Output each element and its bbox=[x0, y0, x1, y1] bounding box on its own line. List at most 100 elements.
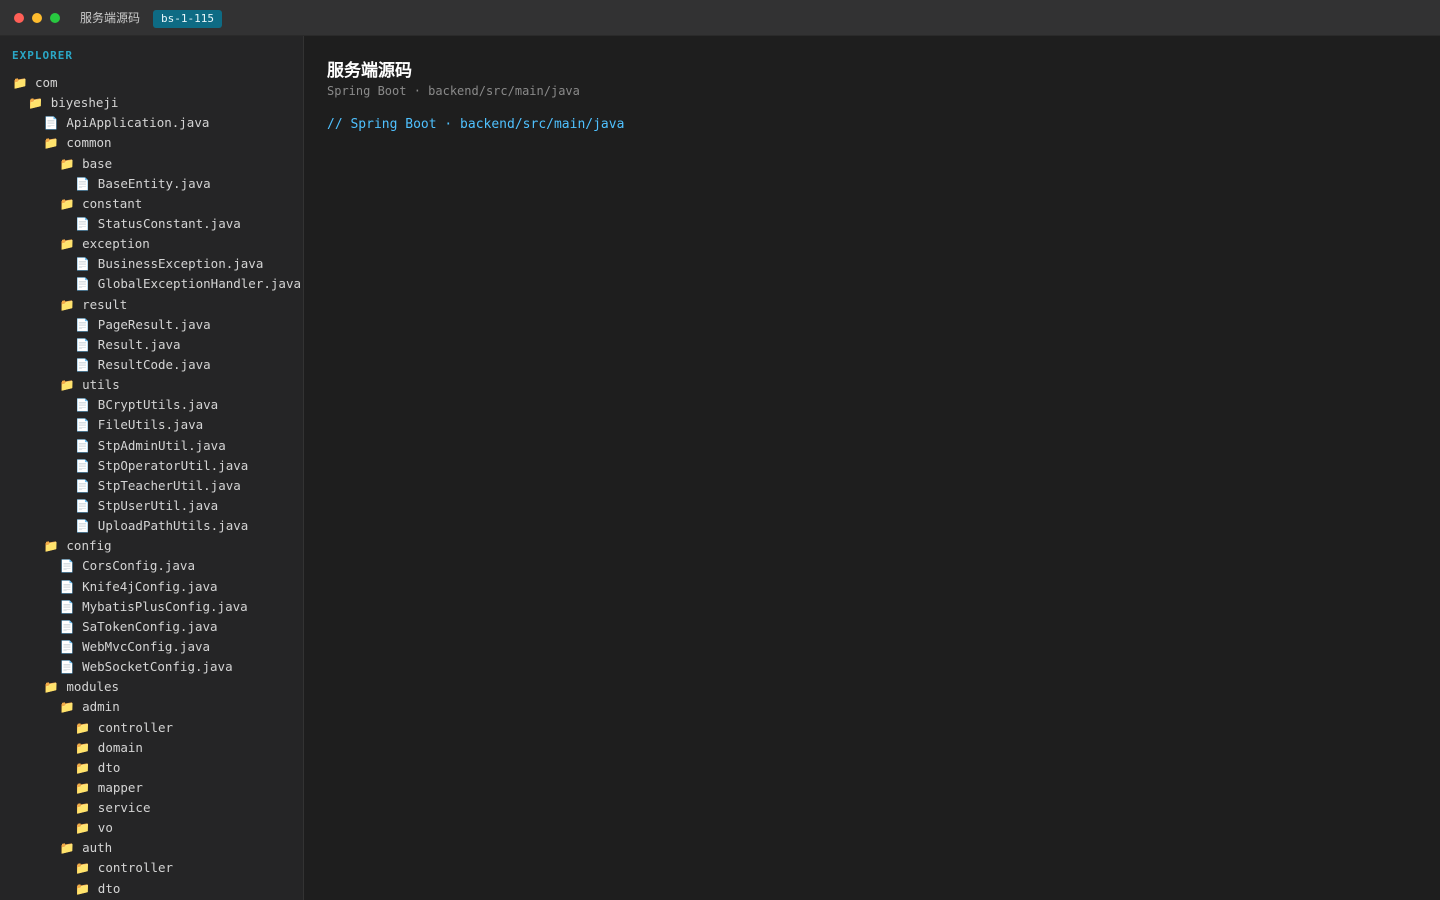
file-icon: 📄 bbox=[59, 579, 75, 594]
tree-file[interactable]: 📄 Result.java bbox=[0, 335, 303, 355]
tree-item-label: StpOperatorUtil.java bbox=[97, 457, 249, 473]
tree-item-label: modules bbox=[66, 679, 120, 695]
tree-folder[interactable]: 📁 common bbox=[0, 133, 303, 153]
tree-folder[interactable]: 📁 domain bbox=[0, 738, 303, 758]
tree-item-label: Knife4jConfig.java bbox=[82, 578, 218, 594]
tree-item-label: SaTokenConfig.java bbox=[82, 618, 218, 634]
tree-folder[interactable]: 📁 result bbox=[0, 295, 303, 315]
tree-item-label: StpUserUtil.java bbox=[97, 497, 219, 513]
page-subtitle: Spring Boot · backend/src/main/java bbox=[327, 84, 580, 98]
file-icon: 📄 bbox=[59, 639, 75, 654]
tree-file[interactable]: 📄 PageResult.java bbox=[0, 315, 303, 335]
tree-file[interactable]: 📄 Knife4jConfig.java bbox=[0, 577, 303, 597]
tree-file[interactable]: 📄 BCryptUtils.java bbox=[0, 395, 303, 415]
tree-item-label: StpTeacherUtil.java bbox=[97, 477, 241, 493]
tree-item-label: BaseEntity.java bbox=[97, 175, 211, 191]
code-comment-line: // Spring Boot · backend/src/main/java bbox=[327, 117, 625, 132]
tree-item-label: exception bbox=[82, 236, 150, 252]
folder-icon: 📁 bbox=[12, 76, 28, 90]
tree-item-label: StatusConstant.java bbox=[97, 215, 241, 231]
file-icon: 📄 bbox=[75, 438, 91, 453]
tree-file[interactable]: 📄 BusinessException.java bbox=[0, 254, 303, 274]
tree-item-label: FileUtils.java bbox=[97, 417, 204, 433]
tree-item-label: base bbox=[82, 155, 113, 171]
folder-icon: 📁 bbox=[75, 821, 91, 836]
folder-icon: 📁 bbox=[43, 136, 59, 151]
explorer-header: EXPLORER bbox=[12, 49, 73, 62]
tree-file[interactable]: 📄 UploadPathUtils.java bbox=[0, 516, 303, 536]
folder-icon: 📁 bbox=[75, 861, 91, 876]
folder-icon: 📁 bbox=[75, 801, 91, 816]
tree-item-label: com bbox=[35, 75, 58, 90]
folder-icon: 📁 bbox=[43, 539, 59, 554]
tree-file[interactable]: 📄 StpTeacherUtil.java bbox=[0, 476, 303, 496]
file-icon: 📄 bbox=[59, 559, 75, 574]
tree-item-label: MybatisPlusConfig.java bbox=[82, 598, 248, 614]
folder-icon: 📁 bbox=[75, 720, 91, 735]
tree-file[interactable]: 📄 CorsConfig.java bbox=[0, 556, 303, 576]
tree-folder[interactable]: 📁 com bbox=[0, 73, 303, 93]
tree-file[interactable]: 📄 StpAdminUtil.java bbox=[0, 436, 303, 456]
file-icon: 📄 bbox=[75, 257, 91, 272]
tree-folder[interactable]: 📁 dto bbox=[0, 879, 303, 899]
folder-icon: 📁 bbox=[75, 780, 91, 795]
close-window-button[interactable] bbox=[14, 13, 24, 23]
tree-file[interactable]: 📄 ResultCode.java bbox=[0, 355, 303, 375]
tree-item-label: BusinessException.java bbox=[97, 256, 264, 272]
file-icon: 📄 bbox=[75, 277, 91, 292]
tree-folder[interactable]: 📁 controller bbox=[0, 858, 303, 878]
tree-folder[interactable]: 📁 service bbox=[0, 798, 303, 818]
tree-folder[interactable]: 📁 utils bbox=[0, 375, 303, 395]
tree-item-label: Result.java bbox=[97, 336, 181, 352]
tree-folder[interactable]: 📁 vo bbox=[0, 818, 303, 838]
tree-folder[interactable]: 📁 constant bbox=[0, 194, 303, 214]
tree-item-label: vo bbox=[97, 820, 113, 836]
tree-item-label: config bbox=[66, 538, 112, 554]
file-icon: 📄 bbox=[59, 619, 75, 634]
tree-file[interactable]: 📄 StpOperatorUtil.java bbox=[0, 456, 303, 476]
minimize-window-button[interactable] bbox=[32, 13, 42, 23]
folder-icon: 📁 bbox=[59, 297, 75, 312]
folder-icon: 📁 bbox=[43, 680, 59, 695]
tree-item-label: dto bbox=[97, 880, 121, 896]
tree-item-label: utils bbox=[82, 377, 120, 393]
tree-folder[interactable]: 📁 exception bbox=[0, 234, 303, 254]
page-title: 服务端源码 bbox=[327, 61, 412, 81]
file-icon: 📄 bbox=[75, 478, 91, 493]
tree-folder[interactable]: 📁 controller bbox=[0, 718, 303, 738]
file-icon: 📄 bbox=[75, 317, 91, 332]
file-icon: 📄 bbox=[75, 398, 91, 413]
editor-pane: 服务端源码 Spring Boot · backend/src/main/jav… bbox=[305, 36, 1440, 900]
tree-item-label: PageResult.java bbox=[97, 316, 211, 332]
folder-icon: 📁 bbox=[59, 841, 75, 856]
tree-folder[interactable]: 📁 base bbox=[0, 154, 303, 174]
tree-file[interactable]: 📄 MybatisPlusConfig.java bbox=[0, 597, 303, 617]
tree-file[interactable]: 📄 ApiApplication.java bbox=[0, 113, 303, 133]
tree-item-label: service bbox=[97, 800, 151, 816]
file-icon: 📄 bbox=[59, 660, 75, 675]
tree-file[interactable]: 📄 SaTokenConfig.java bbox=[0, 617, 303, 637]
tree-file[interactable]: 📄 FileUtils.java bbox=[0, 415, 303, 435]
tree-folder[interactable]: 📁 dto bbox=[0, 758, 303, 778]
tree-item-label: common bbox=[66, 135, 112, 151]
tree-file[interactable]: 📄 BaseEntity.java bbox=[0, 174, 303, 194]
tree-folder[interactable]: 📁 admin bbox=[0, 697, 303, 717]
tree-folder[interactable]: 📁 config bbox=[0, 536, 303, 556]
tree-folder[interactable]: 📁 auth bbox=[0, 838, 303, 858]
file-icon: 📄 bbox=[43, 116, 59, 131]
tree-item-label: UploadPathUtils.java bbox=[97, 518, 249, 534]
tree-file[interactable]: 📄 StpUserUtil.java bbox=[0, 496, 303, 516]
tree-folder[interactable]: 📁 modules bbox=[0, 677, 303, 697]
tree-file[interactable]: 📄 WebSocketConfig.java bbox=[0, 657, 303, 677]
file-icon: 📄 bbox=[75, 216, 91, 231]
tree-file[interactable]: 📄 WebMvcConfig.java bbox=[0, 637, 303, 657]
tree-file[interactable]: 📄 StatusConstant.java bbox=[0, 214, 303, 234]
file-icon: 📄 bbox=[75, 498, 91, 513]
tree-file[interactable]: 📄 GlobalExceptionHandler.java bbox=[0, 274, 303, 294]
folder-icon: 📁 bbox=[59, 378, 75, 393]
tree-folder[interactable]: 📁 mapper bbox=[0, 778, 303, 798]
file-icon: 📄 bbox=[75, 458, 91, 473]
maximize-window-button[interactable] bbox=[50, 13, 60, 23]
tree-folder[interactable]: 📁 biyesheji bbox=[0, 93, 303, 113]
tree-item-label: constant bbox=[82, 195, 143, 211]
